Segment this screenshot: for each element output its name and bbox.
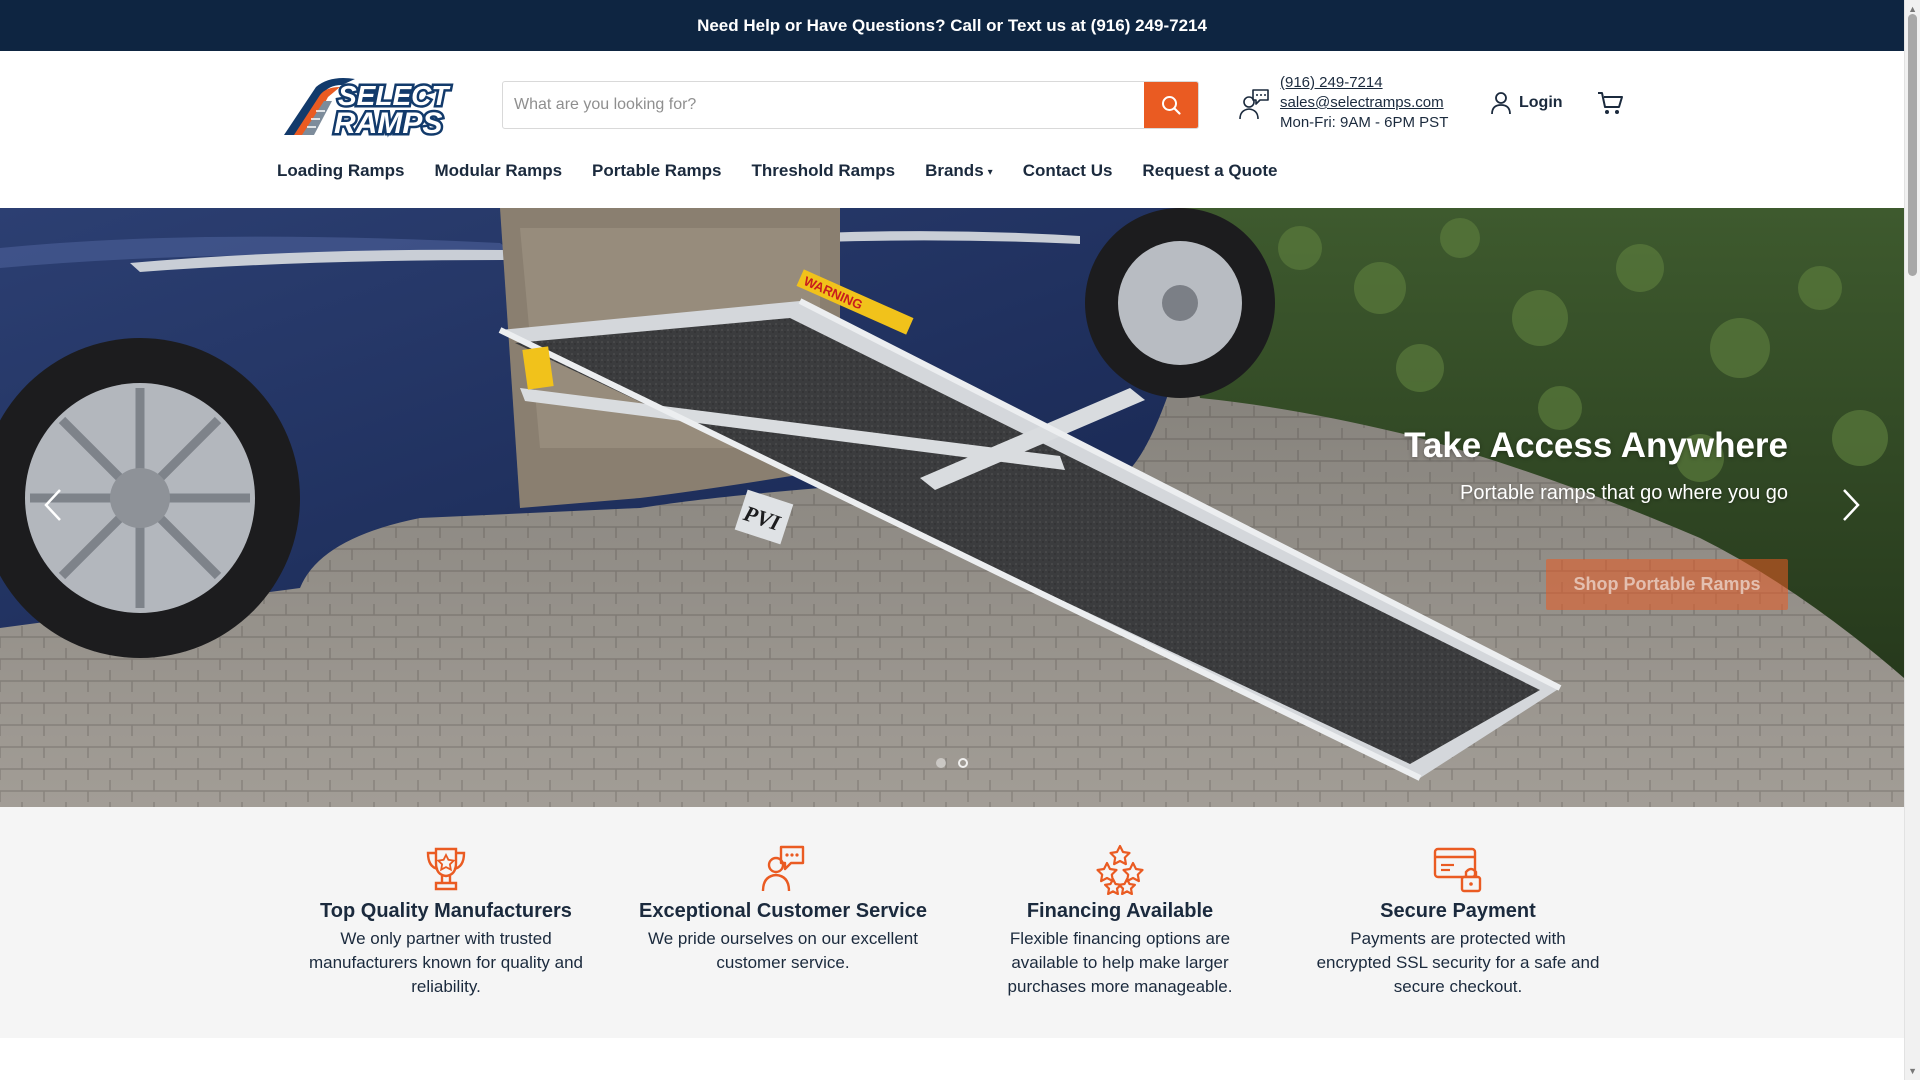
stars-icon [1096, 844, 1144, 895]
feature-secure-payment: Secure Payment Payments are protected wi… [1313, 843, 1603, 999]
page-scrollbar[interactable]: ▲ ▼ [1904, 0, 1920, 1080]
main-nav: Loading Ramps Modular Ramps Portable Ram… [277, 161, 1308, 181]
nav-label: Loading Ramps [277, 161, 405, 180]
feature-service: Exceptional Customer Service We pride ou… [638, 843, 928, 975]
phone-link[interactable]: (916) 249-7214 [1280, 73, 1448, 93]
hero-slideshow: PVI WARNING Take Access Anywhere Portabl… [0, 208, 1904, 807]
contact-info: (916) 249-7214 sales@selectramps.com Mon… [1236, 73, 1448, 133]
hero-image: PVI WARNING [0, 208, 1904, 807]
slide-dot-2[interactable] [958, 758, 968, 768]
nav-item-brands[interactable]: Brands ▾ [925, 161, 993, 181]
feature-title: Exceptional Customer Service [639, 900, 927, 922]
chevron-down-icon: ▾ [987, 167, 993, 178]
scrollbar-thumb[interactable] [1908, 14, 1917, 276]
nav-label: Threshold Ramps [751, 161, 896, 180]
search-button[interactable] [1144, 82, 1198, 128]
contact-lines: (916) 249-7214 sales@selectramps.com Mon… [1280, 73, 1448, 133]
nav-label: Modular Ramps [434, 161, 563, 180]
nav-item-threshold-ramps[interactable]: Threshold Ramps [751, 161, 895, 181]
hero-subtitle: Portable ramps that go where you go [1460, 482, 1788, 504]
nav-label: Brands [925, 161, 984, 180]
feature-text: We pride ourselves on our excellent cust… [648, 929, 918, 972]
feature-title: Top Quality Manufacturers [320, 900, 572, 922]
feature-financing: Financing Available Flexible financing o… [975, 843, 1265, 999]
nav-item-portable-ramps[interactable]: Portable Ramps [592, 161, 721, 181]
feature-text: We only partner with trusted manufacture… [308, 929, 584, 996]
nav-label: Contact Us [1022, 161, 1113, 180]
nav-item-request-quote[interactable]: Request a Quote [1142, 161, 1277, 181]
slide-indicators [936, 758, 968, 768]
feature-text: Payments are protected with encrypted SS… [1316, 929, 1600, 996]
search-icon [1162, 96, 1181, 115]
shop-portable-ramps-button[interactable]: Shop Portable Ramps [1546, 559, 1788, 610]
site-header: SELECT RAMPS (916) 249-7214 sales@select… [0, 51, 1904, 208]
hero-title: Take Access Anywhere [1404, 426, 1788, 465]
slide-dot-1[interactable] [936, 758, 946, 768]
feature-title: Secure Payment [1380, 900, 1536, 922]
nav-label: Portable Ramps [592, 161, 722, 180]
search-bar [502, 81, 1199, 129]
site-logo[interactable]: SELECT RAMPS [280, 73, 475, 143]
feature-title: Financing Available [1026, 900, 1214, 922]
feature-text: Flexible financing options are available… [1007, 929, 1233, 996]
feature-quality: Top Quality Manufacturers We only partne… [301, 843, 591, 999]
chat-agent-icon [761, 845, 805, 892]
nav-item-modular-ramps[interactable]: Modular Ramps [435, 161, 563, 181]
scroll-down-arrow[interactable]: ▼ [1908, 1066, 1917, 1076]
user-icon [1491, 92, 1511, 115]
cart-button[interactable] [1596, 89, 1624, 122]
business-hours: Mon-Fri: 9AM - 6PM PST [1280, 114, 1449, 131]
support-agent-icon [1239, 89, 1269, 120]
login-label: Login [1519, 94, 1563, 111]
cart-icon [1598, 92, 1623, 114]
announcement-text: Need Help or Have Questions? Call or Tex… [697, 15, 1207, 35]
features-section: Top Quality Manufacturers We only partne… [0, 807, 1904, 1038]
chevron-left-icon [44, 489, 61, 521]
search-input[interactable] [503, 82, 1144, 128]
announcement-bar: Need Help or Have Questions? Call or Tex… [0, 0, 1904, 51]
slide-next-button[interactable] [1836, 485, 1866, 525]
secure-card-icon [1433, 847, 1482, 893]
scroll-up-arrow[interactable]: ▲ [1908, 4, 1917, 14]
page: Need Help or Have Questions? Call or Tex… [0, 0, 1920, 1080]
nav-label: Request a Quote [1142, 161, 1278, 180]
trophy-icon [426, 847, 466, 891]
nav-item-contact-us[interactable]: Contact Us [1023, 161, 1113, 181]
login-link[interactable]: Login [1490, 91, 1563, 115]
chevron-right-icon [1843, 489, 1860, 521]
email-link[interactable]: sales@selectramps.com [1280, 93, 1448, 113]
logo-text-ramps: RAMPS [334, 107, 442, 139]
slide-prev-button[interactable] [38, 485, 68, 525]
nav-item-loading-ramps[interactable]: Loading Ramps [277, 161, 405, 181]
